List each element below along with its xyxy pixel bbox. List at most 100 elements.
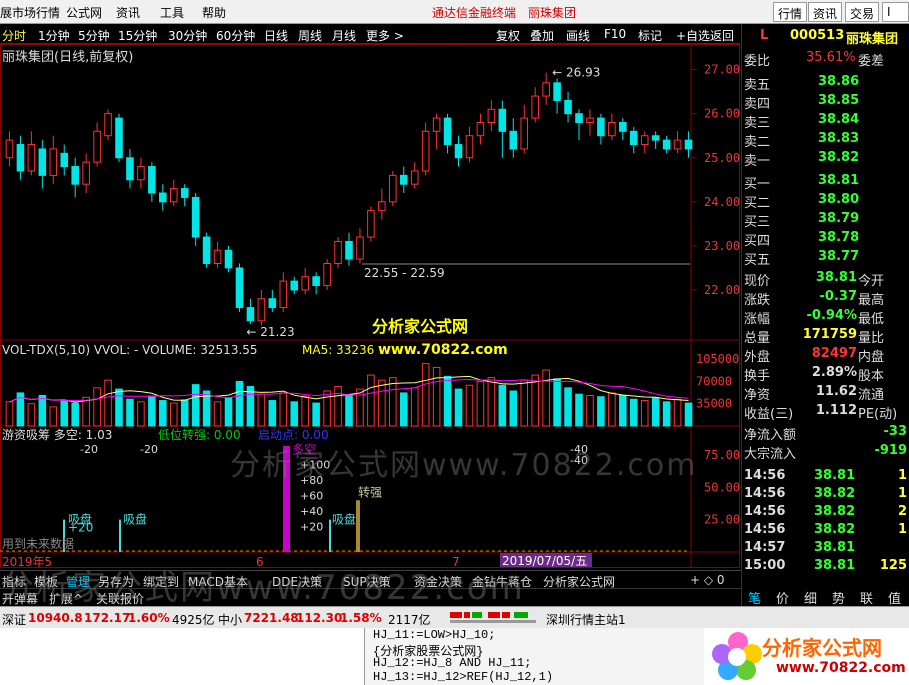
candle <box>49 135 58 185</box>
candle <box>443 113 452 154</box>
sub-tab-bar: 开弹幕 扩展^ 关联报价 <box>0 588 741 606</box>
volume-bar <box>476 380 485 427</box>
weibi-label: 委比 <box>744 54 771 69</box>
kline-chart[interactable]: 27.00 26.00 25.00 24.00 23.00 22.00 丽珠集团(日线,前复… <box>0 44 740 569</box>
volume-bar <box>159 400 167 427</box>
stock-code: 000513 <box>790 28 845 43</box>
period-9[interactable]: 更多 > <box>366 27 404 44</box>
tool-4[interactable]: 标记 <box>638 27 662 44</box>
vol-axis-label: 70000 <box>696 374 732 388</box>
ind-mark-left-2: -20 <box>140 443 158 456</box>
subtab-1[interactable]: 扩展^ <box>49 590 83 607</box>
menu-news[interactable]: 资讯 <box>116 4 140 21</box>
candle <box>279 272 288 312</box>
volume-bar <box>180 399 189 427</box>
candle <box>531 87 539 123</box>
panel-tab-0[interactable]: 笔 <box>748 588 761 607</box>
period-4[interactable]: 30分钟 <box>168 27 207 44</box>
candle <box>367 206 375 242</box>
menu-help[interactable]: 帮助 <box>202 4 226 21</box>
sell-label-2: 卖三 <box>744 116 771 131</box>
sz-change: 172.17 <box>84 611 131 625</box>
tool-5[interactable]: +自选 <box>676 27 710 44</box>
stat-value-0: 38.81 <box>815 270 857 285</box>
candle <box>213 241 222 268</box>
trade-button[interactable]: 交易 <box>845 2 880 22</box>
period-8[interactable]: 月线 <box>332 27 356 44</box>
tool-1[interactable]: 叠加 <box>530 27 554 44</box>
tool-6[interactable]: 返回 <box>710 27 734 44</box>
volume-bar <box>301 395 309 427</box>
volume-bar <box>597 396 605 427</box>
candle <box>301 267 309 295</box>
tool-2[interactable]: 画线 <box>566 27 590 44</box>
period-5[interactable]: 60分钟 <box>216 27 255 44</box>
sell-price-2: 38.84 <box>818 112 860 127</box>
subtab-0[interactable]: 开弹幕 <box>2 590 38 607</box>
formula-code-pane[interactable]: HJ_11:=LOW>HJ_10; {分析家股票公式网} HJ_12:=HJ_8… <box>364 628 704 685</box>
stock-name-title: 丽珠集团 <box>528 6 577 20</box>
panel-tab-5[interactable]: 值 <box>888 588 901 607</box>
candle <box>487 100 496 132</box>
zhuanqiang-bar <box>356 500 360 552</box>
volume-bar <box>5 401 14 427</box>
ind-axis-label: 50.00 <box>704 480 740 494</box>
volume-bar <box>575 393 583 427</box>
logo-text: 分析家公式网 <box>762 636 882 660</box>
panel-tab-4[interactable]: 联 <box>860 588 873 607</box>
candle <box>334 237 342 268</box>
low-annotation: ← 21.23 <box>246 325 294 339</box>
menu-tools[interactable]: 工具 <box>160 4 184 21</box>
period-7[interactable]: 周线 <box>298 27 322 44</box>
period-3[interactable]: 15分钟 <box>118 27 157 44</box>
news-button[interactable]: 资讯 <box>808 2 843 22</box>
tab-nav-icons[interactable]: + ◇ 0 <box>690 573 725 587</box>
volume-bar <box>367 374 375 427</box>
tick-price-1: 38.82 <box>814 486 856 501</box>
zx-value: 7221.48 <box>244 611 299 625</box>
stat-value-5: 2.89% <box>811 365 857 380</box>
xipan-value: +20 <box>68 520 93 534</box>
code-line-4: HJ_13:=HJ_12>REF(HJ_12,1) <box>373 670 554 684</box>
candle <box>180 184 189 207</box>
stat-label-2: 涨幅 <box>744 312 771 327</box>
volume-bar <box>421 363 430 427</box>
vol-ma5: MA5: 33236 <box>302 343 374 357</box>
zx-change: 112.30 <box>296 611 343 625</box>
period-6[interactable]: 日线 <box>264 27 288 44</box>
menu-formula[interactable]: 公式网 <box>66 4 102 21</box>
server-name: 深圳行情主站1 <box>546 613 626 627</box>
candle <box>27 131 36 176</box>
menu-market[interactable]: 展市场行情 <box>0 4 60 21</box>
candle <box>82 153 90 193</box>
volume-bar <box>82 396 90 427</box>
tool-3[interactable]: F10 <box>604 27 626 41</box>
volume-bar <box>608 392 616 427</box>
buy-label-0: 买一 <box>744 177 771 192</box>
candle <box>640 131 649 154</box>
panel-tab-2[interactable]: 细 <box>804 588 817 607</box>
sz-label: 深证 <box>2 613 27 627</box>
volume-bar <box>619 394 627 427</box>
period-1[interactable]: 1分钟 <box>38 27 70 44</box>
tool-0[interactable]: 复权 <box>496 27 520 44</box>
volume-bar <box>389 377 397 427</box>
panel-tab-1[interactable]: 价 <box>776 588 789 607</box>
panel-tab-3[interactable]: 势 <box>832 588 845 607</box>
period-2[interactable]: 5分钟 <box>78 27 110 44</box>
stat-label-5: 换手 <box>744 369 771 384</box>
quote-button[interactable]: 行情 <box>773 2 808 22</box>
subtab-2[interactable]: 关联报价 <box>96 590 144 607</box>
candle <box>389 170 397 207</box>
period-0[interactable]: 分时 <box>2 27 26 44</box>
ind-header-left: 游资吸筹 多空: 1.03 <box>2 428 112 442</box>
more-button[interactable]: I <box>882 2 909 22</box>
candle <box>651 131 660 149</box>
stat-value-2: -0.94% <box>806 308 858 323</box>
volume-bar <box>629 398 638 427</box>
zhuanqiang-label: 转强 <box>358 484 382 499</box>
buy-price-3: 38.78 <box>818 230 860 245</box>
buy-label-4: 买五 <box>744 253 771 268</box>
sell-price-1: 38.85 <box>818 93 860 108</box>
duokong-value: +100 <box>300 459 330 472</box>
